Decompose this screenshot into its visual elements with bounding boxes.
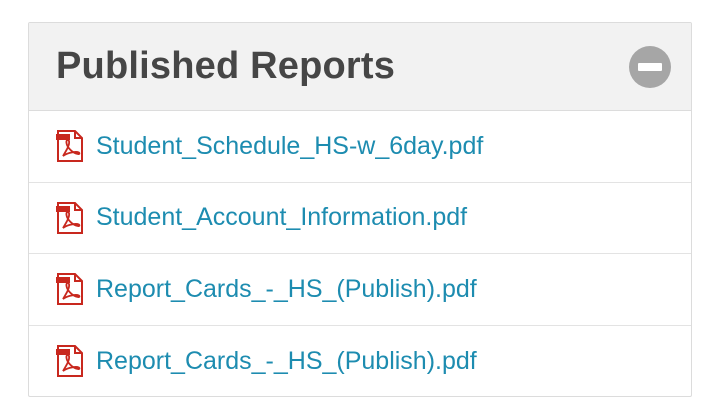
report-link[interactable]: Student_Account_Information.pdf [96, 203, 467, 232]
pdf-file-icon [56, 345, 83, 378]
panel-header: Published Reports [29, 23, 691, 111]
report-list: Student_Schedule_HS-w_6day.pdf Student_A… [29, 111, 691, 397]
report-link[interactable]: Student_Schedule_HS-w_6day.pdf [96, 132, 483, 161]
pdf-file-icon [56, 201, 83, 234]
panel-title: Published Reports [56, 45, 396, 87]
pdf-file-icon [56, 130, 83, 163]
published-reports-panel: Published Reports Student_Schedule_HS-w_… [28, 22, 692, 397]
pdf-file-icon [56, 273, 83, 306]
report-link[interactable]: Report_Cards_-_HS_(Publish).pdf [96, 347, 477, 376]
report-link[interactable]: Report_Cards_-_HS_(Publish).pdf [96, 275, 477, 304]
minus-circle-icon [638, 62, 662, 71]
list-item: Report_Cards_-_HS_(Publish).pdf [29, 254, 691, 326]
collapse-button[interactable] [629, 45, 671, 88]
list-item: Student_Schedule_HS-w_6day.pdf [29, 111, 691, 183]
list-item: Report_Cards_-_HS_(Publish).pdf [29, 326, 691, 397]
list-item: Student_Account_Information.pdf [29, 183, 691, 254]
